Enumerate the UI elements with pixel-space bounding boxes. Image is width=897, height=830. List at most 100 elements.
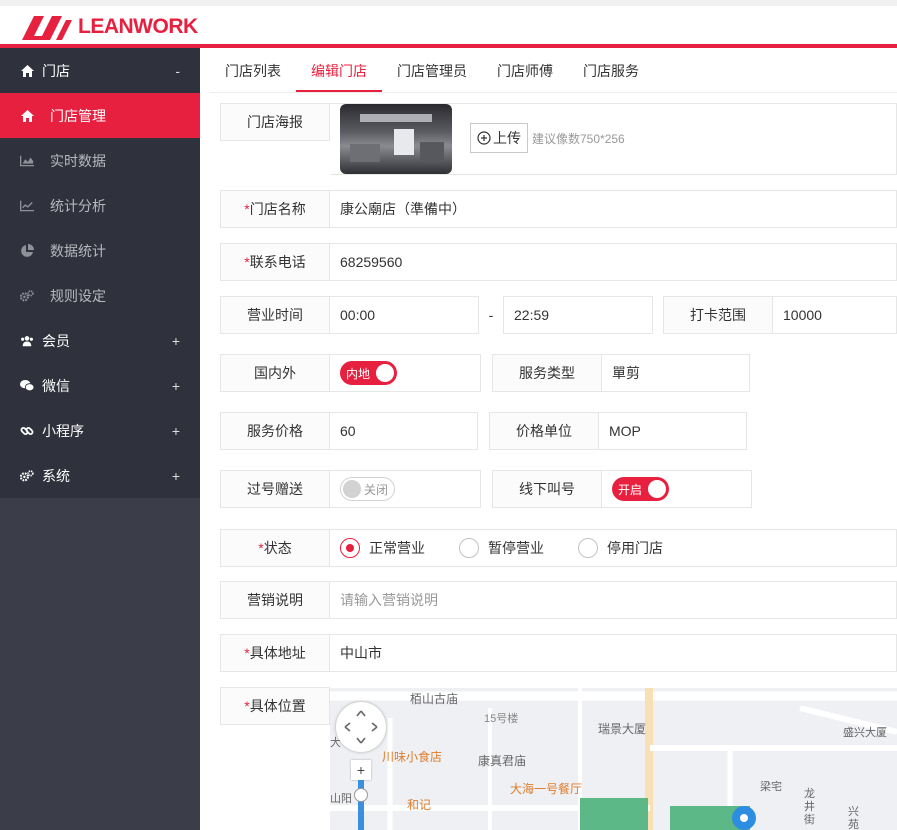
sidebar-item-statistics-analysis[interactable]: 统计分析 [0, 183, 200, 228]
cogs-icon [20, 469, 34, 483]
sidebar-section-wechat[interactable]: 微信 + [0, 363, 200, 408]
cogs-icon [20, 289, 34, 303]
skip-gift-switch[interactable]: 关闭 [340, 477, 396, 501]
map-label: 大海一号餐厅 [510, 782, 583, 796]
price-unit-select[interactable]: MOP [599, 412, 747, 450]
offline-call-switch[interactable]: 开启 [612, 477, 670, 501]
sidebar-section-miniprogram[interactable]: 小程序 + [0, 408, 200, 453]
upload-button[interactable]: 上传 [470, 123, 528, 153]
sidebar-section-label: 门店 [42, 62, 70, 79]
sidebar-section-label: 小程序 [42, 422, 84, 439]
checkin-range-input[interactable]: 10000 [773, 296, 897, 334]
field-label-address: * 具体地址 [220, 634, 330, 672]
service-type-select[interactable]: 單剪 [602, 354, 750, 392]
field-label-region: 国内外 [220, 354, 330, 392]
tab-edit-store[interactable]: 编辑门店 [296, 50, 382, 92]
map-pan-control[interactable] [336, 702, 386, 752]
status-row: * 状态 正常营业 暂停营业 停用门店 [220, 529, 897, 567]
pan-arrows-icon [344, 710, 378, 744]
pie-chart-icon [20, 243, 34, 258]
sidebar-section-label: 微信 [42, 377, 70, 394]
users-icon [20, 335, 34, 347]
skip-gift-field: 关闭 [330, 470, 481, 508]
hours-separator: - [488, 307, 494, 323]
zoom-slider-handle[interactable] [354, 788, 368, 802]
status-radio-disabled[interactable]: 停用门店 [578, 538, 663, 558]
map-zoom-control: + [351, 760, 371, 830]
tab-store-services[interactable]: 门店服务 [568, 50, 654, 92]
area-chart-icon [20, 155, 34, 167]
sidebar-item-rule-settings[interactable]: 规则设定 [0, 273, 200, 318]
leanwork-logo-icon [22, 16, 72, 40]
upload-hint: 建议像数750*256 [532, 131, 625, 146]
poster-row: 门店海报 上传 建议像数750*256 [220, 103, 897, 175]
location-map[interactable]: 栢山古庙 15号楼 瑞景大厦 盛兴大厦 川味小食店 康真君庙 大海一号餐厅 和记… [330, 688, 897, 830]
sidebar-item-label: 实时数据 [50, 152, 106, 169]
switches-row: 过号赠送 关闭 线下叫号 开启 [220, 470, 752, 508]
tab-store-masters[interactable]: 门店师傅 [482, 50, 568, 92]
name-row: * 门店名称 康公廟店（準備中） [220, 190, 897, 228]
hours-end-input[interactable]: 22:59 [503, 296, 653, 334]
sidebar-section-members[interactable]: 会员 + [0, 318, 200, 363]
brand-name: LEANWORK [78, 15, 198, 38]
location-row: * 具体位置 [220, 687, 330, 725]
status-radio-open[interactable]: 正常营业 [340, 538, 425, 558]
phone-input[interactable]: 68259560 [330, 243, 897, 281]
sidebar-item-realtime-data[interactable]: 实时数据 [0, 138, 200, 183]
link-icon [20, 424, 34, 438]
logo[interactable]: LEANWORK [20, 12, 198, 42]
region-row: 国内外 内地 服务类型 單剪 [220, 354, 750, 392]
sidebar-item-label: 规则设定 [50, 287, 106, 304]
store-name-input[interactable]: 康公廟店（準備中） [330, 190, 897, 228]
collapse-toggle[interactable]: - [175, 63, 180, 79]
map-label: 康真君庙 [478, 754, 527, 768]
field-label-skip-gift: 过号赠送 [220, 470, 330, 508]
tab-bar: 门店列表 编辑门店 门店管理员 门店师傅 门店服务 [210, 50, 897, 93]
expand-toggle[interactable]: + [172, 333, 180, 349]
sidebar-item-label: 门店管理 [50, 107, 106, 124]
field-label-name: * 门店名称 [220, 190, 330, 228]
line-chart-icon [20, 200, 34, 212]
sidebar-section-store[interactable]: 门店 - [0, 48, 200, 93]
field-label-price: 服务价格 [220, 412, 330, 450]
map-label: 龙井街 [804, 788, 815, 826]
poster-field: 上传 建议像数750*256 [330, 103, 897, 175]
field-label-location: * 具体位置 [220, 687, 330, 725]
map-label: 山阳 [330, 793, 352, 805]
sidebar-item-store-manage[interactable]: 门店管理 [0, 93, 200, 138]
upload-label: 上传 [493, 130, 521, 146]
plus-circle-icon [477, 131, 491, 145]
phone-row: * 联系电话 68259560 [220, 243, 897, 281]
sidebar-section-label: 会员 [42, 332, 70, 349]
field-label-poster: 门店海报 [220, 103, 330, 141]
map-label: 梁宅 [760, 781, 782, 793]
hours-start-input[interactable]: 00:00 [330, 296, 479, 334]
status-radio-group: 正常营业 暂停营业 停用门店 [330, 529, 897, 567]
field-label-status: * 状态 [220, 529, 330, 567]
wechat-icon [20, 379, 34, 392]
sidebar-section-system[interactable]: 系统 + [0, 453, 200, 498]
sidebar-section-label: 系统 [42, 467, 70, 484]
field-label-phone: * 联系电话 [220, 243, 330, 281]
status-radio-paused[interactable]: 暂停营业 [459, 538, 544, 558]
tab-store-list[interactable]: 门店列表 [210, 50, 296, 92]
marketing-input[interactable]: 请输入营销说明 [330, 581, 897, 619]
address-input[interactable]: 中山市 [330, 634, 897, 672]
home-icon [20, 64, 34, 77]
poster-image[interactable] [340, 104, 452, 174]
region-field: 内地 [330, 354, 481, 392]
expand-toggle[interactable]: + [172, 423, 180, 439]
price-row: 服务价格 60 价格单位 MOP [220, 412, 747, 450]
map-label: 瑞景大厦 [598, 722, 647, 736]
field-label-hours: 营业时间 [220, 296, 330, 334]
region-switch[interactable]: 内地 [340, 361, 398, 385]
marketing-row: 营销说明 请输入营销说明 [220, 581, 897, 619]
sidebar-item-data-statistics[interactable]: 数据统计 [0, 228, 200, 273]
zoom-in-button[interactable]: + [351, 760, 371, 780]
tab-store-admins[interactable]: 门店管理员 [382, 50, 482, 92]
expand-toggle[interactable]: + [172, 378, 180, 394]
price-input[interactable]: 60 [330, 412, 478, 450]
expand-toggle[interactable]: + [172, 468, 180, 484]
top-bar: LEANWORK [0, 0, 897, 48]
hours-row: 营业时间 00:00 - 22:59 打卡范围 10000 [220, 296, 897, 334]
